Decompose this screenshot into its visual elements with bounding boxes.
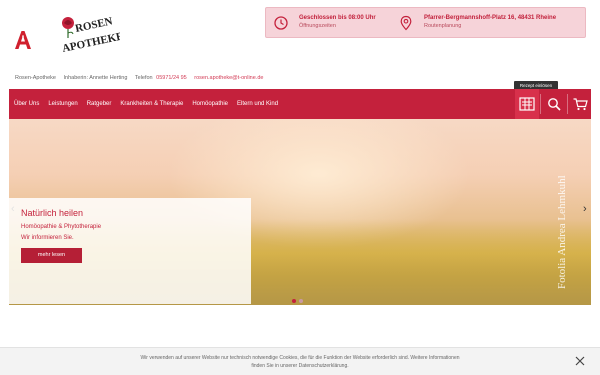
svg-text:APOTHEKE: APOTHEKE (61, 30, 120, 55)
nav-item-leistungen[interactable]: Leistungen (48, 101, 77, 107)
nav-item-ueber-uns[interactable]: Über Uns (14, 101, 39, 107)
clock-icon (274, 16, 288, 30)
read-more-button[interactable]: mehr lesen (21, 248, 82, 263)
nav-item-ratgeber[interactable]: Ratgeber (87, 101, 112, 107)
search-icon (548, 98, 561, 111)
nav-divider (540, 94, 541, 114)
rosen-apotheke-logo[interactable]: ROSEN APOTHEKE (58, 14, 120, 60)
email-link[interactable]: rosen.apotheke@t-online.de (194, 75, 263, 81)
pharmacy-name: Rosen-Apotheke (15, 75, 56, 81)
cart-icon (573, 97, 588, 110)
opening-hours-link[interactable]: Öffnungszeiten (299, 22, 376, 30)
opening-status: Geschlossen bis 08:00 Uhr (299, 15, 376, 21)
hero-text: Wir informieren Sie. (21, 235, 74, 241)
slider-dots (292, 299, 303, 303)
cookie-text: Wir verwenden auf unserer Website nur te… (100, 354, 500, 370)
phone-link[interactable]: 05971/24 95 (156, 75, 187, 81)
main-nav: Über Uns Leistungen Ratgeber Krankheiten… (9, 89, 591, 119)
svg-text:ROSEN: ROSEN (74, 15, 114, 35)
hero-title: Natürlich heilen (21, 208, 84, 218)
map-pin-icon (400, 15, 412, 31)
nav-item-krankheiten[interactable]: Krankheiten & Therapie (120, 101, 183, 107)
opening-hours-item[interactable]: Geschlossen bis 08:00 Uhr Öffnungszeiten (273, 14, 376, 31)
page: ROSEN APOTHEKE Geschlossen bis 08:00 Uhr… (0, 0, 600, 375)
close-icon[interactable] (575, 356, 585, 366)
info-box: Geschlossen bis 08:00 Uhr Öffnungszeiten… (265, 7, 586, 38)
chevron-right-icon[interactable]: › (583, 203, 587, 215)
hero-subtitle: Homöopathie & Phytotherapie (21, 224, 102, 230)
contact-line: Rosen-Apotheke Inhaberin: Annette Hertin… (15, 75, 269, 81)
slider-dot-2[interactable] (299, 299, 303, 303)
prescription-icon (519, 97, 535, 111)
nav-item-homoeopathie[interactable]: Homöopathie (192, 101, 228, 107)
apotheke-a-logo[interactable] (14, 30, 32, 50)
cookie-text-line-2[interactable]: finden Sie in unserer Datenschutzerkläru… (100, 362, 500, 370)
owner-text: Inhaberin: Annette Herting (63, 75, 128, 81)
cookie-banner: Wir verwenden auf unserer Website nur te… (0, 347, 600, 375)
route-planner-link[interactable]: Routenplanung (424, 22, 556, 30)
hero-slider: Fotolia Andrea Lehmkuhl ‹ › Natürlich he… (9, 119, 591, 305)
hero-card: Natürlich heilen Homöopathie & Phytother… (9, 198, 251, 304)
phone-label: Telefon (134, 75, 153, 81)
nav-item-eltern-kind[interactable]: Eltern und Kind (237, 101, 278, 107)
address-item[interactable]: Pfarrer-Bergmannshoff-Platz 16, 48431 Rh… (398, 14, 556, 31)
cookie-text-line-1: Wir verwenden auf unserer Website nur te… (140, 355, 460, 361)
nav-items: Über Uns Leistungen Ratgeber Krankheiten… (14, 89, 278, 119)
slider-dot-1[interactable] (292, 299, 296, 303)
image-credit: Fotolia Andrea Lehmkuhl (556, 175, 568, 289)
address-text: Pfarrer-Bergmannshoff-Platz 16, 48431 Rh… (424, 15, 557, 21)
prescription-button[interactable] (515, 89, 539, 119)
search-button[interactable] (542, 89, 566, 119)
cart-button[interactable] (568, 89, 592, 119)
